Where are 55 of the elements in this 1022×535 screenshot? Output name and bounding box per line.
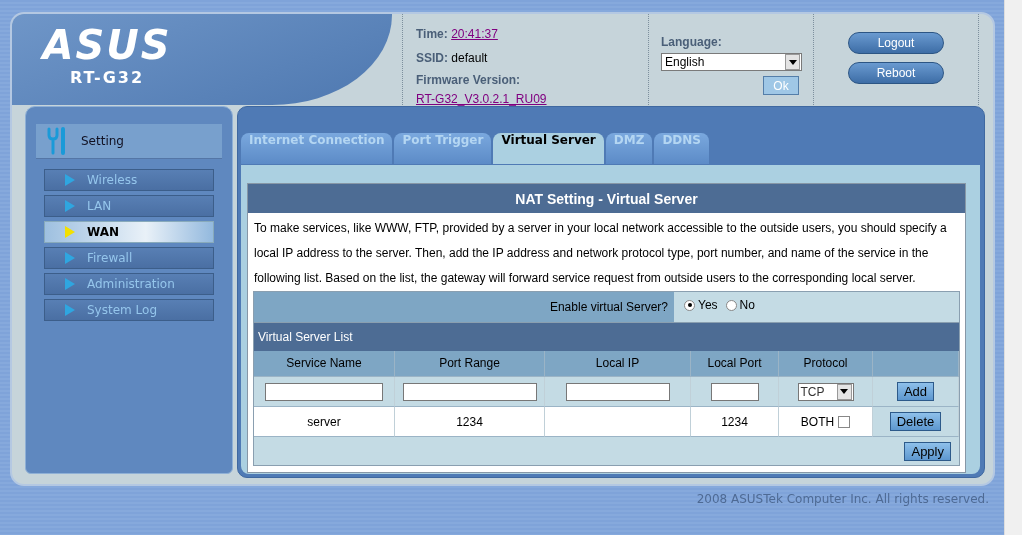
- sidebar-item[interactable]: System Log: [44, 299, 214, 321]
- sidebar-item[interactable]: LAN: [44, 195, 214, 217]
- ssid-label: SSID:: [416, 51, 448, 65]
- dropdown-arrow-icon: [840, 389, 848, 394]
- tab[interactable]: Virtual Server: [493, 133, 604, 164]
- model-name: RT-G32: [69, 68, 145, 87]
- column-header: Service Name: [254, 351, 395, 377]
- column-header: Port Range: [395, 351, 545, 377]
- tools-icon: [46, 127, 68, 155]
- add-button[interactable]: Add: [896, 382, 935, 401]
- header-button[interactable]: Logout: [848, 32, 944, 54]
- sidebar-item[interactable]: WAN: [44, 221, 214, 243]
- firmware-label: Firmware Version:: [416, 73, 521, 87]
- play-icon: [65, 226, 75, 238]
- play-icon: [65, 252, 75, 264]
- play-icon: [65, 174, 75, 186]
- header-button[interactable]: Reboot: [848, 62, 944, 84]
- list-title: Virtual Server List: [254, 322, 959, 351]
- service-name-field[interactable]: [265, 382, 383, 401]
- firmware-link[interactable]: RT-G32_V3.0.2.1_RU09: [416, 92, 547, 106]
- radio-option[interactable]: No: [725, 298, 755, 312]
- sidebar-item[interactable]: Administration: [44, 273, 214, 295]
- table-cell: 1234: [691, 407, 779, 437]
- copyright-text: 2008 ASUSTek Computer Inc. All rights reserved.: [696, 492, 989, 506]
- delete-button[interactable]: Delete: [889, 412, 942, 431]
- port-range-field[interactable]: [402, 382, 537, 401]
- column-header: Protocol: [779, 351, 873, 377]
- language-label: Language:: [661, 35, 723, 49]
- play-icon: [65, 200, 75, 212]
- local-ip-field[interactable]: [565, 382, 670, 401]
- sidebar-item[interactable]: Firewall: [44, 247, 214, 269]
- table-cell: 1234: [395, 407, 545, 437]
- time-label: Time:: [416, 27, 448, 41]
- language-select[interactable]: English: [661, 53, 802, 71]
- sidebar-item[interactable]: Wireless: [44, 169, 214, 191]
- radio-option[interactable]: Yes: [684, 298, 718, 312]
- local-port-field[interactable]: [710, 382, 759, 401]
- play-icon: [65, 278, 75, 290]
- column-header: Local IP: [545, 351, 691, 377]
- dropdown-arrow-icon: [788, 59, 797, 65]
- table-cell: server: [254, 407, 395, 437]
- sidebar-title: Setting: [81, 134, 124, 148]
- play-icon: [65, 304, 75, 316]
- apply-button[interactable]: Apply: [904, 441, 951, 461]
- scrollbar[interactable]: [1004, 0, 1022, 535]
- description-text: To make services, like WWW, FTP, provided by a server in your local network accessible to the outside users, you should specify a local IP address to the server. Then, add the IP address and network protocol type, port number, and name of the service in the following list. Based on the list, the gateway will forward service request from outside users to the corresponding local server.: [253, 220, 948, 287]
- brand-logo: ASUS: [42, 22, 172, 68]
- column-header: Local Port: [691, 351, 779, 377]
- protocol-select[interactable]: TCP: [797, 382, 854, 401]
- section-title: NAT Setting - Virtual Server: [248, 184, 965, 213]
- row-checkbox[interactable]: [838, 415, 851, 428]
- table-cell: BOTH: [800, 414, 835, 429]
- enable-label: Enable virtual Server?: [548, 299, 669, 316]
- ssid-value: default: [451, 51, 488, 65]
- time-link[interactable]: 20:41:37: [451, 27, 498, 41]
